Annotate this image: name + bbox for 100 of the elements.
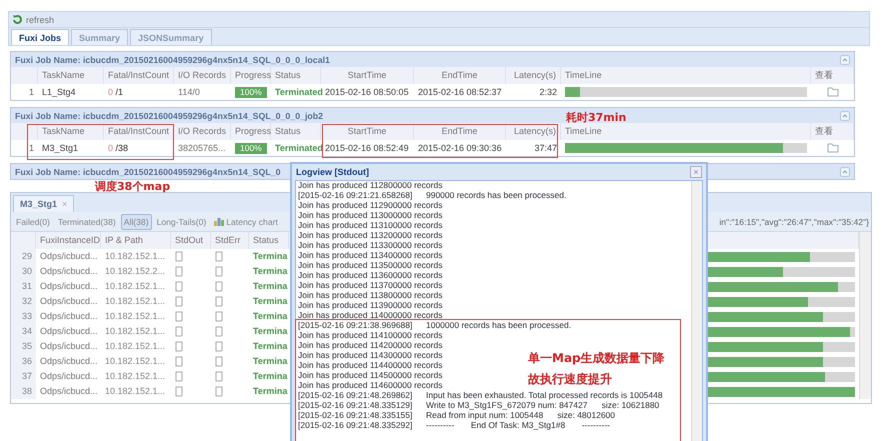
document-icon[interactable] — [175, 371, 184, 382]
column-header[interactable]: I/O Records — [174, 123, 231, 140]
document-icon[interactable] — [175, 281, 184, 292]
refresh-label[interactable]: refresh — [26, 14, 54, 24]
scrollbar[interactable] — [691, 181, 702, 441]
filter-button[interactable]: All(38) — [120, 214, 152, 230]
row-number: 32 — [11, 294, 36, 309]
column-header[interactable]: IP & Path — [101, 232, 171, 249]
table-cell: 0 /1 — [108, 87, 124, 97]
row-number: 37 — [11, 369, 36, 384]
filter-button[interactable]: Long-Tails(0) — [154, 214, 210, 230]
document-icon[interactable] — [175, 356, 184, 367]
table-cell-text: 10.182.152.1... — [104, 370, 166, 383]
document-icon[interactable] — [215, 356, 224, 367]
progress-badge: 100% — [235, 142, 267, 154]
log-line: Join has produced 114100000 records — [298, 331, 442, 340]
row-number: 33 — [11, 309, 36, 324]
tab[interactable]: Summary — [71, 29, 128, 45]
row-number: 35 — [11, 339, 36, 354]
document-icon[interactable] — [215, 341, 224, 352]
column-header[interactable]: Latency(s) — [506, 67, 561, 84]
row-number: 29 — [11, 249, 36, 264]
column-header[interactable]: EndTime — [414, 123, 506, 140]
column-header[interactable]: 查看 — [811, 67, 854, 84]
column-header[interactable]: 查看 — [811, 123, 854, 140]
document-icon[interactable] — [215, 251, 224, 262]
column-header[interactable]: TimeLine — [561, 123, 811, 140]
table-cell-text: 2:32 — [538, 86, 558, 99]
filter-button[interactable]: Latency chart — [211, 214, 281, 230]
status-cell-text: Termina — [252, 265, 288, 278]
column-header[interactable]: Fatal/InstCount — [104, 123, 174, 140]
status-cell-text: Termina — [252, 355, 288, 368]
document-icon[interactable] — [175, 296, 184, 307]
annotation-text: 故执行速度提升 — [528, 371, 613, 388]
filter-button[interactable]: Failed(0) — [13, 214, 53, 230]
row-number: 1 — [28, 142, 35, 155]
column-header[interactable]: Status — [249, 232, 289, 249]
status-cell-text: Termina — [252, 385, 288, 398]
table-cell-text: Odps/icbucd... — [39, 340, 99, 353]
document-icon[interactable] — [215, 281, 224, 292]
refresh-icon[interactable] — [12, 14, 23, 25]
column-header[interactable]: TimeLine — [561, 67, 811, 84]
tab[interactable]: Fuxi Jobs — [11, 29, 70, 45]
status-cell-text: Termina — [252, 340, 288, 353]
column-header[interactable]: Status — [271, 123, 321, 140]
table-cell-text: Odps/icbucd... — [39, 385, 99, 398]
table-cell-text: Odps/icbucd... — [39, 355, 99, 368]
column-header[interactable]: I/O Records — [174, 67, 231, 84]
collapse-icon[interactable] — [840, 110, 850, 120]
close-button[interactable]: × — [690, 166, 702, 178]
scrollbar[interactable] — [859, 232, 871, 399]
row-number: 38 — [11, 384, 36, 399]
document-icon[interactable] — [175, 266, 184, 277]
column-header[interactable]: Progress — [231, 123, 271, 140]
stage-tab[interactable]: M3_Stg1 × — [13, 195, 74, 212]
status-cell-text: Terminated — [274, 86, 321, 99]
latency-stats: in":"16:15","avg":"26:47","max":"35:42"} — [719, 216, 869, 226]
annotation-text: 调度38个map — [95, 179, 170, 194]
column-header[interactable]: StdErr — [211, 232, 249, 249]
document-icon[interactable] — [215, 296, 224, 307]
collapse-icon[interactable] — [840, 54, 850, 64]
log-line: Join has produced 112800000 records — [298, 181, 442, 190]
column-header[interactable]: EndTime — [414, 67, 506, 84]
tab[interactable]: JSONSummary — [130, 29, 212, 45]
column-header[interactable]: StartTime — [321, 67, 414, 84]
document-icon[interactable] — [215, 266, 224, 277]
collapse-icon[interactable] — [840, 166, 850, 176]
document-icon[interactable] — [175, 341, 184, 352]
table-cell-text: L1_Stg4 — [41, 86, 77, 99]
table-cell-text: 10.182.152.1... — [104, 250, 166, 263]
table-cell-text: 10.182.152.1... — [104, 355, 166, 368]
document-icon[interactable] — [175, 251, 184, 262]
document-icon[interactable] — [215, 311, 224, 322]
log-line: ---------- End Of Task: M3_Stg1#8 ---------- — [426, 421, 610, 430]
column-header[interactable]: TaskName — [38, 67, 104, 84]
column-header[interactable]: Latency(s) — [506, 123, 561, 140]
log-line: Join has produced 113000000 records — [298, 211, 442, 220]
log-line: Join has produced 112900000 records — [298, 201, 442, 210]
document-icon[interactable] — [215, 371, 224, 382]
status-cell-text: Termina — [252, 310, 288, 323]
column-header[interactable]: TaskName — [38, 123, 104, 140]
document-icon[interactable] — [215, 386, 224, 397]
table-cell-text: 10.182.152.1... — [104, 295, 166, 308]
log-line: Join has produced 113100000 records — [298, 221, 442, 230]
table-cell-text: 37:47 — [533, 142, 558, 155]
folder-icon[interactable] — [826, 143, 838, 153]
document-icon[interactable] — [175, 386, 184, 397]
document-icon[interactable] — [175, 311, 184, 322]
column-header[interactable]: Status — [271, 67, 321, 84]
filter-button[interactable]: Terminated(38) — [54, 214, 119, 230]
document-icon[interactable] — [215, 326, 224, 337]
column-header[interactable]: StartTime — [321, 123, 414, 140]
table-cell-text: Odps/icbucd... — [39, 265, 99, 278]
column-header[interactable]: FuxiInstanceID — [36, 232, 101, 249]
progress-badge: 100% — [235, 86, 267, 98]
column-header[interactable]: StdOut — [171, 232, 211, 249]
column-header[interactable]: Fatal/InstCount — [104, 67, 174, 84]
column-header[interactable]: Progress — [231, 67, 271, 84]
document-icon[interactable] — [175, 326, 184, 337]
folder-icon[interactable] — [826, 87, 838, 97]
